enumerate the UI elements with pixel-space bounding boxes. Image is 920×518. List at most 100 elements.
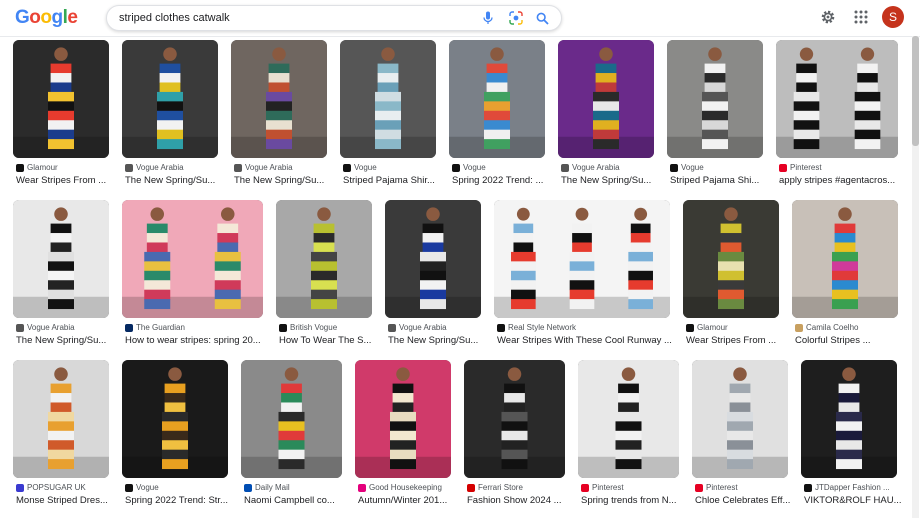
scrollbar-thumb[interactable]: [912, 36, 919, 146]
result-thumbnail[interactable]: [13, 360, 109, 478]
camera-lens-icon[interactable]: [507, 9, 525, 27]
result-thumbnail[interactable]: [776, 40, 898, 158]
result-title[interactable]: VIKTOR&ROLF HAU...: [804, 495, 908, 506]
result-source[interactable]: Vogue: [452, 163, 544, 172]
result-title[interactable]: apply stripes #agentacros...: [779, 175, 909, 186]
image-result-card[interactable]: Pinterest Chloe Celebrates Eff...: [692, 360, 790, 516]
result-title[interactable]: Spring 2022 Trend: Str...: [125, 495, 239, 506]
result-thumbnail[interactable]: [578, 360, 679, 478]
apps-grid-icon[interactable]: [851, 7, 871, 27]
result-thumbnail[interactable]: [558, 40, 654, 158]
result-source[interactable]: Vogue Arabia: [388, 323, 480, 332]
scrollbar[interactable]: [912, 36, 919, 518]
result-thumbnail[interactable]: [122, 200, 263, 318]
avatar[interactable]: S: [882, 6, 904, 28]
result-source[interactable]: Vogue Arabia: [125, 163, 217, 172]
image-result-card[interactable]: Vogue Arabia The New Spring/Su...: [385, 200, 481, 356]
result-title[interactable]: How To Wear The S...: [279, 335, 383, 346]
result-source[interactable]: Real Style Network: [497, 323, 669, 332]
result-source[interactable]: Camila Coelho: [795, 323, 897, 332]
result-thumbnail[interactable]: [231, 40, 327, 158]
result-thumbnail[interactable]: [13, 40, 109, 158]
image-result-card[interactable]: Real Style Network Wear Stripes With Thes…: [494, 200, 672, 356]
result-source[interactable]: Glamour: [16, 163, 108, 172]
image-result-card[interactable]: Camila Coelho Colorful Stripes ...: [792, 200, 898, 356]
image-result-card[interactable]: Vogue Striped Pajama Shir...: [340, 40, 436, 196]
result-source[interactable]: Pinterest: [779, 163, 897, 172]
result-title[interactable]: The New Spring/Su...: [234, 175, 338, 186]
result-thumbnail[interactable]: [667, 40, 763, 158]
image-result-card[interactable]: Pinterest Spring trends from N...: [578, 360, 679, 516]
result-thumbnail[interactable]: [792, 200, 898, 318]
image-result-card[interactable]: Daily Mail Naomi Campbell co...: [241, 360, 342, 516]
image-result-card[interactable]: British Vogue How To Wear The S...: [276, 200, 372, 356]
result-source[interactable]: Pinterest: [581, 483, 678, 492]
result-thumbnail[interactable]: [801, 360, 897, 478]
result-title[interactable]: The New Spring/Su...: [16, 335, 120, 346]
result-title[interactable]: Autumn/Winter 201...: [358, 495, 462, 506]
image-result-card[interactable]: Vogue Striped Pajama Shi...: [667, 40, 763, 196]
result-source[interactable]: Good Housekeeping: [358, 483, 450, 492]
search-input[interactable]: [119, 9, 469, 27]
result-title[interactable]: Striped Pajama Shir...: [343, 175, 447, 186]
result-source[interactable]: JTDapper Fashion ...: [804, 483, 896, 492]
result-source[interactable]: Pinterest: [695, 483, 787, 492]
result-thumbnail[interactable]: [122, 360, 228, 478]
image-result-card[interactable]: The Guardian How to wear stripes: spring …: [122, 200, 263, 356]
result-title[interactable]: Naomi Campbell co...: [244, 495, 353, 506]
result-thumbnail[interactable]: [13, 200, 109, 318]
result-source[interactable]: Vogue: [343, 163, 435, 172]
result-title[interactable]: Wear Stripes From ...: [686, 335, 790, 346]
result-source[interactable]: POPSUGAR UK: [16, 483, 108, 492]
image-result-card[interactable]: Vogue Arabia The New Spring/Su...: [122, 40, 218, 196]
result-title[interactable]: Fashion Show 2024 ...: [467, 495, 576, 506]
result-source[interactable]: Vogue: [670, 163, 762, 172]
image-result-card[interactable]: POPSUGAR UK Monse Striped Dres...: [13, 360, 109, 516]
result-source[interactable]: Vogue Arabia: [234, 163, 326, 172]
result-thumbnail[interactable]: [464, 360, 565, 478]
result-source[interactable]: Vogue: [125, 483, 227, 492]
result-title[interactable]: Colorful Stripes ...: [795, 335, 909, 346]
result-source[interactable]: Vogue Arabia: [16, 323, 108, 332]
result-title[interactable]: Spring trends from N...: [581, 495, 690, 506]
image-result-card[interactable]: Good Housekeeping Autumn/Winter 201...: [355, 360, 451, 516]
result-thumbnail[interactable]: [692, 360, 788, 478]
result-title[interactable]: Spring 2022 Trend: ...: [452, 175, 556, 186]
image-result-card[interactable]: Glamour Wear Stripes From ...: [683, 200, 779, 356]
image-result-card[interactable]: Pinterest apply stripes #agentacros...: [776, 40, 898, 196]
result-title[interactable]: The New Spring/Su...: [125, 175, 229, 186]
image-result-card[interactable]: Vogue Arabia The New Spring/Su...: [13, 200, 109, 356]
result-title[interactable]: The New Spring/Su...: [388, 335, 492, 346]
result-thumbnail[interactable]: [385, 200, 481, 318]
search-box[interactable]: [106, 5, 562, 31]
google-logo[interactable]: Google: [15, 7, 78, 29]
result-title[interactable]: How to wear stripes: spring 20...: [125, 335, 274, 346]
result-title[interactable]: The New Spring/Su...: [561, 175, 665, 186]
result-title[interactable]: Striped Pajama Shi...: [670, 175, 774, 186]
mic-icon[interactable]: [479, 9, 497, 27]
image-result-card[interactable]: JTDapper Fashion ... VIKTOR&ROLF HAU...: [801, 360, 901, 516]
result-title[interactable]: Monse Striped Dres...: [16, 495, 120, 506]
result-source[interactable]: Ferrari Store: [467, 483, 564, 492]
result-thumbnail[interactable]: [683, 200, 779, 318]
search-icon[interactable]: [533, 9, 551, 27]
result-thumbnail[interactable]: [449, 40, 545, 158]
image-result-card[interactable]: Vogue Spring 2022 Trend: Str...: [122, 360, 228, 516]
result-source[interactable]: Glamour: [686, 323, 778, 332]
image-result-card[interactable]: Ferrari Store Fashion Show 2024 ...: [464, 360, 565, 516]
result-thumbnail[interactable]: [494, 200, 670, 318]
result-thumbnail[interactable]: [241, 360, 342, 478]
result-thumbnail[interactable]: [122, 40, 218, 158]
gear-icon[interactable]: [818, 7, 838, 27]
result-thumbnail[interactable]: [340, 40, 436, 158]
result-title[interactable]: Wear Stripes From ...: [16, 175, 120, 186]
result-source[interactable]: Vogue Arabia: [561, 163, 653, 172]
image-result-card[interactable]: Glamour Wear Stripes From ...: [13, 40, 109, 196]
result-title[interactable]: Wear Stripes With These Cool Runway ...: [497, 335, 681, 346]
result-source[interactable]: Daily Mail: [244, 483, 341, 492]
result-title[interactable]: Chloe Celebrates Eff...: [695, 495, 799, 506]
result-source[interactable]: British Vogue: [279, 323, 371, 332]
result-thumbnail[interactable]: [276, 200, 372, 318]
result-source[interactable]: The Guardian: [125, 323, 262, 332]
image-result-card[interactable]: Vogue Arabia The New Spring/Su...: [558, 40, 654, 196]
